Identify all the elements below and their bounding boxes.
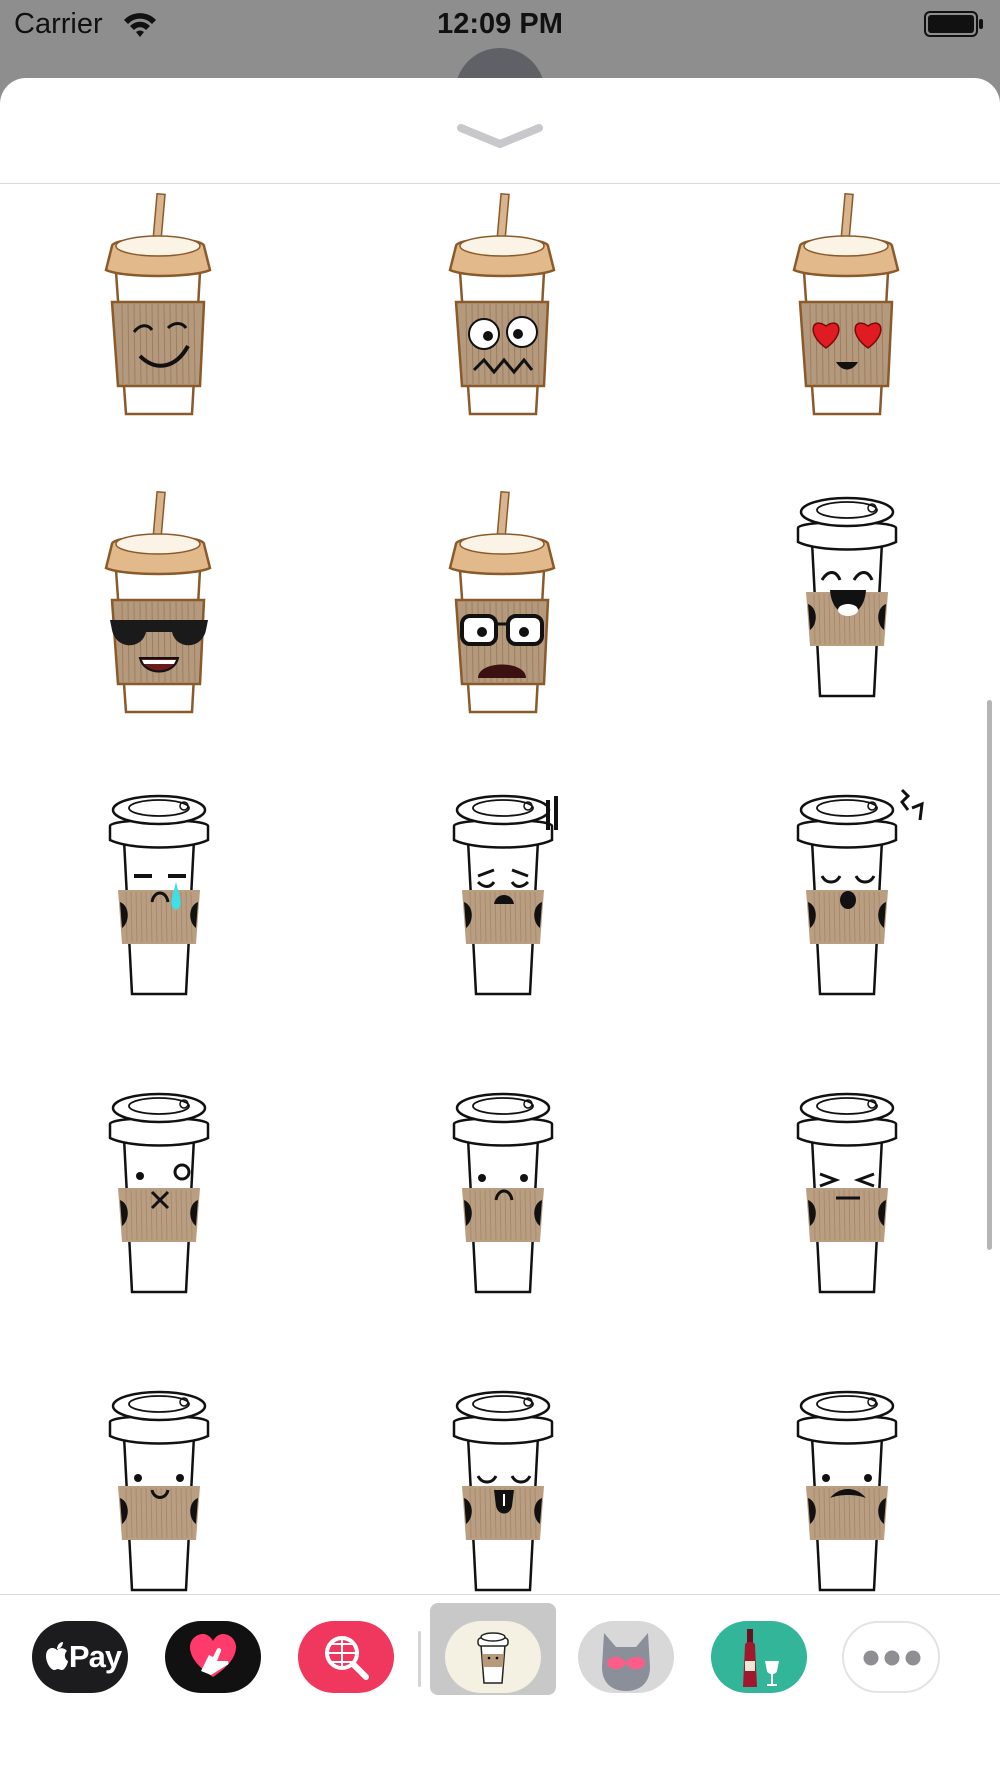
wine-bottle-icon — [743, 1629, 779, 1687]
coffee-cup-icon — [104, 192, 212, 416]
coffee-cup-icon — [796, 788, 924, 996]
chevron-down-icon[interactable] — [455, 118, 545, 154]
sticker-brown-cup-glasses[interactable] — [412, 482, 592, 732]
cat-stickers-app[interactable] — [578, 1621, 674, 1693]
coffee-cup-icon — [796, 1092, 898, 1294]
coffee-cup-icon — [796, 496, 898, 698]
sticker-white-cup-wink-x[interactable] — [68, 1078, 248, 1328]
coffee-stickers-app[interactable] — [445, 1621, 541, 1693]
sticker-grid — [0, 184, 1000, 1672]
wine-stickers-app[interactable] — [711, 1621, 807, 1693]
coffee-cup-icon — [108, 794, 210, 996]
coffee-cup-icon — [448, 490, 556, 714]
sticker-white-cup-tongue[interactable] — [412, 1376, 592, 1626]
digital-touch-app[interactable] — [165, 1621, 261, 1693]
app-tray: Pay — [0, 1594, 1000, 1700]
sticker-sheet — [0, 78, 1000, 1778]
apple-pay-label: Pay — [68, 1639, 122, 1674]
sticker-white-cup-worried[interactable] — [412, 780, 592, 1030]
coffee-cup-icon — [108, 1390, 210, 1592]
sticker-white-cup-laughing[interactable] — [756, 482, 936, 732]
coffee-cup-icon — [452, 1390, 554, 1592]
apple-pay-app[interactable]: Pay — [32, 1621, 128, 1693]
sticker-white-cup-singing[interactable] — [756, 780, 936, 1030]
coffee-cup-icon — [104, 490, 212, 714]
sticker-brown-cup-shocked[interactable] — [412, 184, 592, 434]
sticker-white-cup-crying[interactable] — [68, 780, 248, 1030]
coffee-cup-icon — [792, 192, 900, 416]
sticker-brown-cup-smirk[interactable] — [68, 184, 248, 434]
sticker-white-cup-mustache[interactable] — [756, 1376, 936, 1626]
status-bar: Carrier 12:09 PM — [0, 0, 1000, 50]
globe-search-icon — [325, 1636, 369, 1680]
battery-icon — [924, 11, 983, 37]
coffee-cup-icon — [452, 1092, 554, 1294]
sticker-white-cup-smile[interactable] — [68, 1376, 248, 1626]
sticker-white-cup-squint[interactable] — [756, 1078, 936, 1328]
coffee-cup-icon — [448, 192, 556, 416]
coffee-cup-icon — [477, 1632, 509, 1684]
sticker-white-cup-sad[interactable] — [412, 1078, 592, 1328]
ellipsis-icon — [863, 1650, 921, 1666]
heart-hand-icon — [190, 1634, 236, 1677]
coffee-cup-icon — [108, 1092, 210, 1294]
coffee-cup-icon — [796, 1390, 898, 1592]
scroll-indicator[interactable] — [987, 700, 992, 1250]
sticker-brown-cup-sunglasses[interactable] — [68, 482, 248, 732]
more-apps-button[interactable] — [842, 1621, 940, 1693]
clock: 12:09 PM — [437, 8, 563, 40]
tray-separator — [418, 1631, 421, 1687]
coffee-cup-icon — [452, 794, 558, 996]
cat-icon — [602, 1633, 650, 1691]
image-search-app[interactable] — [298, 1621, 394, 1693]
sticker-brown-cup-heart-eyes[interactable] — [756, 184, 936, 434]
